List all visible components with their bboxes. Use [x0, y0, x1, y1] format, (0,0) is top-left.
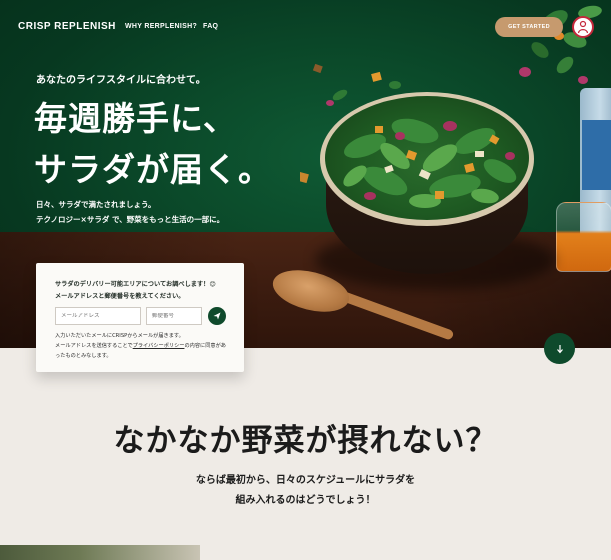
scroll-down-button[interactable]: [544, 333, 575, 364]
hanging-greens-image: [519, 5, 602, 84]
zip-input[interactable]: [152, 313, 201, 319]
form-note-line2: メールアドレスを送信することでプライバシーポリシーの内容に同意があ: [55, 343, 226, 349]
hero-tagline: あなたのライフスタイルに合わせて。: [36, 75, 206, 86]
salad-bowl-image: [320, 92, 534, 277]
person-badge-icon[interactable]: [572, 16, 594, 38]
send-button[interactable]: [208, 307, 226, 325]
form-title-line1: サラダのデリバリー可能エリアについてお調べします！😊: [55, 281, 216, 288]
hero-headline-line2: サラダが届く。: [34, 150, 272, 189]
form-title-line2: メールアドレスと郵便番号を教えてください。: [55, 293, 185, 300]
section-body-line2: 組み入れるのはどうでしょう！: [235, 495, 376, 506]
delivery-check-card: サラダのデリバリー可能エリアについてお調べします！😊 メールアドレスと郵便番号を…: [36, 263, 244, 372]
form-note-line1: 入力いただいたメールにCRISPからメールが届きます。: [55, 333, 184, 339]
email-input[interactable]: [61, 313, 140, 319]
brand-logo[interactable]: CRISP REPLENISH: [18, 21, 116, 32]
paper-plane-icon: [213, 312, 221, 320]
dressing-jar-image: [556, 202, 611, 272]
next-section-image: [0, 545, 200, 560]
section-body-line1: ならば最初から、日々のスケジュールにサラダを: [195, 475, 416, 486]
hero-subtext-line1: 日々、サラダで満たされましょう。: [36, 200, 156, 209]
arrow-down-icon: [556, 344, 563, 353]
section-title: なかなか野菜が摂れない？: [113, 423, 498, 459]
form-note-line3: ったものとみなします。: [55, 353, 112, 359]
hero-headline-line1: 毎週勝手に、: [34, 99, 238, 138]
email-field[interactable]: [55, 307, 141, 325]
privacy-policy-link[interactable]: プライバシーポリシー: [133, 343, 185, 349]
nav-faq[interactable]: FAQ: [203, 23, 218, 30]
zip-field[interactable]: [146, 307, 202, 325]
hero-subtext-line2: テクノロジー×サラダ で、野菜をもっと生活の一部に。: [36, 215, 225, 224]
nav-why-replenish[interactable]: WHY RERPLENISH?: [125, 23, 197, 30]
get-started-button[interactable]: GET STARTED: [495, 17, 563, 37]
